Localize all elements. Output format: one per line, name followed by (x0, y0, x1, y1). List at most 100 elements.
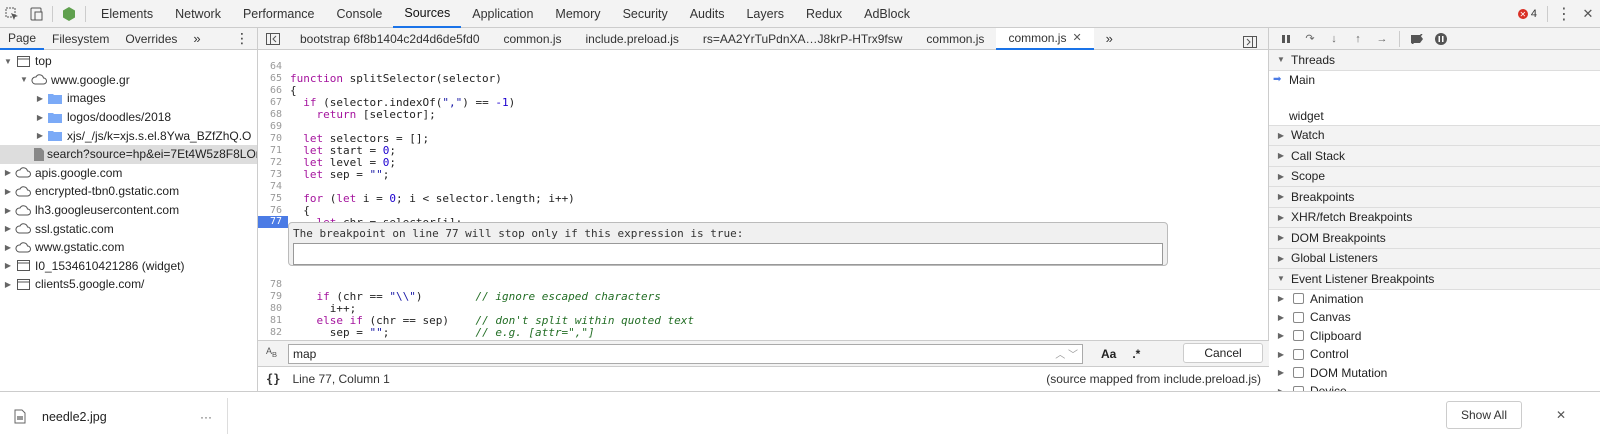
event-listener-checkbox[interactable] (1293, 367, 1304, 379)
tab-console[interactable]: Console (326, 0, 394, 28)
code-line[interactable]: 66{ (258, 84, 1269, 97)
collapsed-triangle-icon[interactable]: ▶ (1275, 331, 1287, 340)
collapsed-triangle-icon[interactable]: ▶ (2, 243, 14, 252)
line-number[interactable]: 73 (258, 169, 288, 180)
breakpoint-marker[interactable]: 77 (258, 216, 288, 228)
expanded-triangle-icon[interactable]: ▼ (2, 57, 14, 66)
file-tab[interactable]: bootstrap 6f8b1404c2d4d6de5fd0 (288, 28, 492, 50)
source-mapped-note[interactable]: (source mapped from include.preload.js) (1046, 372, 1261, 386)
tab-network[interactable]: Network (164, 0, 232, 28)
line-number[interactable]: 64 (258, 61, 288, 72)
navigator-tab-filesystem[interactable]: Filesystem (44, 28, 117, 50)
pretty-print-button[interactable]: {} (266, 372, 280, 386)
event-listener-item[interactable]: ▶ DOM Mutation (1269, 364, 1600, 383)
line-number[interactable]: 69 (258, 121, 288, 132)
regex-button[interactable]: .* (1132, 347, 1140, 361)
collapsed-triangle-icon[interactable]: ▶ (2, 187, 14, 196)
line-number[interactable]: 79 (258, 291, 288, 302)
tab-application[interactable]: Application (461, 0, 544, 28)
event-listener-item[interactable]: ▶ Canvas (1269, 308, 1600, 327)
tree-item[interactable]: ▶ apis.google.com (0, 164, 257, 183)
code-line[interactable]: 64 (258, 60, 1269, 72)
thread-main[interactable]: ➡ Main (1269, 71, 1600, 90)
tree-item[interactable]: ▶ I0_1534610421286 (widget) (0, 257, 257, 276)
collapsed-triangle-icon[interactable]: ▶ (2, 206, 14, 215)
section-watch[interactable]: ▶ Watch (1269, 125, 1600, 146)
collapsed-triangle-icon[interactable]: ▶ (2, 224, 14, 233)
file-tab[interactable]: include.preload.js (574, 28, 691, 50)
line-number[interactable]: 67 (258, 97, 288, 108)
line-number[interactable]: 78 (258, 279, 288, 290)
tab-audits[interactable]: Audits (679, 0, 736, 28)
line-number[interactable]: 65 (258, 73, 288, 84)
code-area[interactable]: 64 65 function splitSelector(selector) 66{6… (258, 60, 1269, 338)
download-filename[interactable]: needle2.jpg (42, 410, 107, 424)
tree-item[interactable]: ▼ www.google.gr (0, 71, 257, 90)
tree-item[interactable]: ▶ xjs/_/js/k=xjs.s.el.8Ywa_BZfZhQ.O (0, 126, 257, 145)
close-devtools-icon[interactable]: ✕ (1576, 0, 1600, 28)
line-number[interactable]: 68 (258, 109, 288, 120)
tab-redux[interactable]: Redux (795, 0, 853, 28)
code-line[interactable]: 81 else if (chr == sep) // don't split w… (258, 314, 1269, 327)
collapsed-triangle-icon[interactable]: ▶ (1275, 350, 1287, 359)
code-line[interactable]: 74 (258, 180, 1269, 192)
code-line[interactable]: 73 let sep = ""; (258, 168, 1269, 181)
event-listener-checkbox[interactable] (1293, 311, 1304, 323)
tree-item[interactable]: ▶ logos/doodles/2018 (0, 108, 257, 127)
section-dom-breakpoints[interactable]: ▶ DOM Breakpoints (1269, 228, 1600, 249)
file-tab[interactable]: rs=AA2YrTuPdnXA…J8krP-HTrx9fsw (691, 28, 915, 50)
code-line[interactable]: 79 if (chr == "\\") // ignore escaped ch… (258, 290, 1269, 303)
navigator-menu-icon[interactable]: ⋮ (227, 28, 257, 50)
tree-item[interactable]: ▶ images (0, 89, 257, 108)
collapsed-triangle-icon[interactable]: ▶ (34, 94, 46, 103)
event-listener-checkbox[interactable] (1293, 330, 1304, 342)
tab-layers[interactable]: Layers (735, 0, 795, 28)
device-toolbar-icon[interactable] (24, 0, 48, 28)
file-tab[interactable]: common.js (492, 28, 574, 50)
collapsed-triangle-icon[interactable]: ▶ (1275, 368, 1287, 377)
code-line[interactable]: 78 (258, 278, 1269, 290)
close-tab-icon[interactable]: ✕ (1072, 31, 1081, 44)
line-number[interactable]: 71 (258, 145, 288, 156)
more-options-icon[interactable]: ⋮ (1552, 0, 1576, 28)
collapsed-triangle-icon[interactable]: ▶ (2, 280, 14, 289)
tree-item[interactable]: ▶ encrypted-tbn0.gstatic.com (0, 182, 257, 201)
collapsed-triangle-icon[interactable]: ▶ (1275, 313, 1287, 322)
line-number[interactable]: 74 (258, 181, 288, 192)
inspect-element-icon[interactable] (0, 0, 24, 28)
step-over-icon[interactable]: ↷ (1299, 28, 1321, 50)
event-listener-item[interactable]: ▶ Control (1269, 345, 1600, 364)
file-tab[interactable]: common.js ✕ (996, 27, 1094, 50)
replace-toggle-icon[interactable]: AB (266, 346, 277, 359)
close-download-shelf-icon[interactable]: ✕ (1556, 408, 1566, 422)
collapsed-triangle-icon[interactable]: ▶ (34, 131, 46, 140)
code-line[interactable]: 69 (258, 120, 1269, 132)
show-all-button[interactable]: Show All (1446, 401, 1522, 429)
code-line[interactable]: 80 i++; (258, 302, 1269, 315)
collapsed-triangle-icon[interactable]: ▶ (2, 168, 14, 177)
tree-item[interactable]: ▶ lh3.googleusercontent.com (0, 201, 257, 220)
search-nav-arrows-icon[interactable]: ︿ ﹀ (1055, 346, 1078, 361)
download-more-button[interactable]: ··· (200, 410, 212, 424)
line-number[interactable]: 70 (258, 133, 288, 144)
match-case-button[interactable]: Aa (1101, 347, 1116, 361)
breakpoint-condition-input[interactable] (293, 243, 1163, 265)
step-into-icon[interactable]: ↓ (1323, 28, 1345, 50)
tree-item[interactable]: ▼ top (0, 52, 257, 71)
threads-section[interactable]: ▼ Threads (1269, 50, 1600, 71)
tab-sources[interactable]: Sources (393, 0, 462, 28)
section-scope[interactable]: ▶ Scope (1269, 166, 1600, 187)
code-line[interactable]: 72 let level = 0; (258, 156, 1269, 169)
tab-adblock[interactable]: AdBlock (853, 0, 921, 28)
toggle-navigator-icon[interactable] (258, 25, 288, 53)
section-xhr-fetch-breakpoints[interactable]: ▶ XHR/fetch Breakpoints (1269, 207, 1600, 228)
navigator-tab-overrides[interactable]: Overrides (117, 28, 185, 50)
node-hexagon-icon[interactable] (57, 0, 81, 28)
pause-on-exceptions-icon[interactable] (1430, 28, 1452, 50)
event-listener-breakpoints-section[interactable]: ▼ Event Listener Breakpoints (1269, 269, 1600, 290)
collapsed-triangle-icon[interactable]: ▶ (1275, 294, 1287, 303)
tab-memory[interactable]: Memory (544, 0, 611, 28)
search-input[interactable]: map ︿ ﹀ (288, 343, 1083, 364)
tab-performance[interactable]: Performance (232, 0, 326, 28)
tree-item[interactable]: search?source=hp&ei=7Et4W5z8F8LOrg (0, 144, 257, 164)
